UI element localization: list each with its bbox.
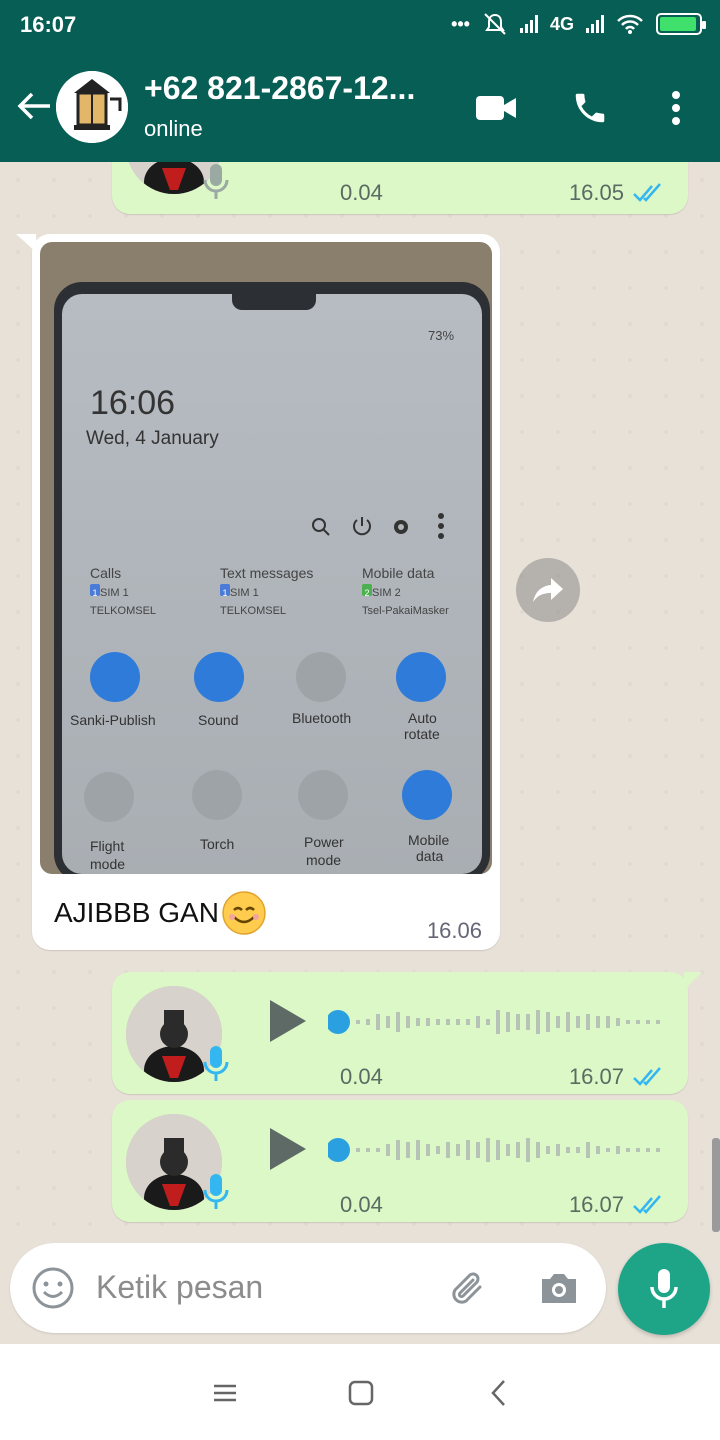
menu-button[interactable] (652, 84, 700, 132)
smiling-face-icon (222, 891, 266, 935)
contact-avatar[interactable] (56, 71, 128, 143)
tile-power (298, 770, 348, 820)
voice-waveform[interactable] (328, 1130, 668, 1170)
tile-label: rotate (404, 726, 440, 742)
tile-wifi (90, 652, 140, 702)
voice-call-button[interactable] (566, 84, 614, 132)
bubble-tail (16, 234, 36, 252)
status-time: 16:07 (20, 12, 77, 37)
status-bar: 16:07 ••• 4G (0, 0, 720, 54)
voice-message[interactable]: 0.04 16.07 (112, 972, 702, 1094)
tile-label: Torch (200, 836, 235, 852)
photo-attachment[interactable]: 73% 16:06 Wed, 4 January Calls 1 SIM 1 TE… (40, 242, 492, 874)
play-icon[interactable] (266, 996, 310, 1046)
record-voice-button[interactable] (618, 1243, 710, 1335)
back-arrow-icon[interactable] (14, 86, 54, 126)
sim-text: Text messages 1 SIM 1 TELKOMSEL (220, 565, 314, 617)
power-icon (353, 517, 371, 536)
voice-duration: 0.04 (340, 1192, 383, 1217)
emoji-icon[interactable] (30, 1265, 76, 1311)
tile-rotate (396, 652, 446, 702)
message-time: 16.05 (568, 180, 624, 205)
mic-icon (203, 1046, 229, 1081)
signal-icon (519, 15, 538, 33)
voice-message[interactable]: 0.04 16.05 (112, 162, 688, 214)
share-arrow-icon (533, 578, 563, 602)
more-icon (438, 513, 444, 539)
tile-label: Bluetooth (292, 710, 352, 726)
attachment-icon[interactable] (446, 1265, 492, 1311)
wifi-status-icon (617, 14, 643, 34)
tile-label: mode (90, 856, 126, 872)
tile-label: Sound (198, 712, 239, 728)
message-caption: AJIBBB GAN (54, 890, 267, 936)
voice-duration: 0.04 (340, 1064, 383, 1089)
tile-label: data (416, 848, 444, 864)
more-vert-icon (672, 91, 680, 125)
double-check-icon (633, 183, 661, 202)
tile-mobile-data (402, 770, 452, 820)
voice-message[interactable]: 0.04 16.07 (112, 1100, 688, 1222)
mute-icon (484, 13, 506, 35)
phone-status: 73% (428, 328, 455, 343)
battery-icon (656, 13, 706, 35)
contact-status: online (144, 116, 203, 141)
tile-sound (194, 652, 244, 702)
voice-waveform[interactable] (328, 1002, 668, 1042)
camera-icon[interactable] (536, 1265, 582, 1311)
tile-bluetooth (296, 652, 346, 702)
tile-label: Flight (90, 838, 125, 854)
phone-icon (575, 93, 605, 123)
scrollbar-thumb[interactable] (712, 1138, 720, 1232)
video-call-button[interactable] (472, 84, 520, 132)
signal-icon-2 (586, 15, 604, 33)
message-time: 16.06 (426, 918, 482, 943)
tile-label: Mobile (408, 832, 450, 848)
tile-label: mode (306, 852, 342, 868)
notification-dots: ••• (451, 13, 470, 34)
phone-date: Wed, 4 January (86, 428, 219, 449)
sim-calls: Calls 1 SIM 1 TELKOMSEL (90, 565, 157, 617)
tile-label: Power (304, 834, 344, 850)
tile-airplane (84, 772, 134, 822)
chat-header: +62 821-2867-12... online (0, 54, 720, 162)
voice-duration: 0.04 (340, 180, 383, 205)
search-icon (312, 518, 330, 536)
message-time: 16.07 (568, 1192, 624, 1217)
mic-icon (203, 164, 229, 199)
play-icon[interactable] (266, 1124, 310, 1174)
bubble-tail (684, 972, 702, 990)
lantern-icon (56, 71, 128, 143)
chat-area[interactable]: 0.04 16.05 73% 16:06 Wed, 4 January Call… (0, 162, 720, 1242)
gear-icon (394, 520, 408, 534)
forward-button[interactable] (516, 558, 580, 622)
back-nav-icon[interactable] (484, 1378, 514, 1408)
video-camera-icon (476, 96, 516, 120)
network-type: 4G (549, 13, 574, 34)
mic-icon (203, 1174, 229, 1209)
double-check-icon (633, 1195, 661, 1214)
message-input[interactable]: Ketik pesan (96, 1269, 263, 1306)
contact-name[interactable]: +62 821-2867-12... (144, 70, 454, 107)
phone-notch (232, 294, 316, 310)
message-input-bar[interactable]: Ketik pesan (10, 1243, 606, 1333)
tile-torch (192, 770, 242, 820)
recents-icon[interactable] (210, 1378, 240, 1408)
home-icon[interactable] (346, 1378, 376, 1408)
system-nav-bar (0, 1344, 720, 1440)
sim-data: Mobile data 2 SIM 2 Tsel-PakaiMasker (362, 565, 449, 617)
tile-label: Auto (408, 710, 437, 726)
double-check-icon (633, 1067, 661, 1086)
phone-clock: 16:06 (90, 384, 176, 422)
mic-icon (650, 1269, 678, 1308)
message-time: 16.07 (568, 1064, 624, 1089)
status-icons: ••• 4G (451, 12, 706, 36)
tile-label: Sanki-Publish (70, 712, 156, 728)
image-message[interactable]: 73% 16:06 Wed, 4 January Calls 1 SIM 1 TE… (16, 234, 500, 950)
